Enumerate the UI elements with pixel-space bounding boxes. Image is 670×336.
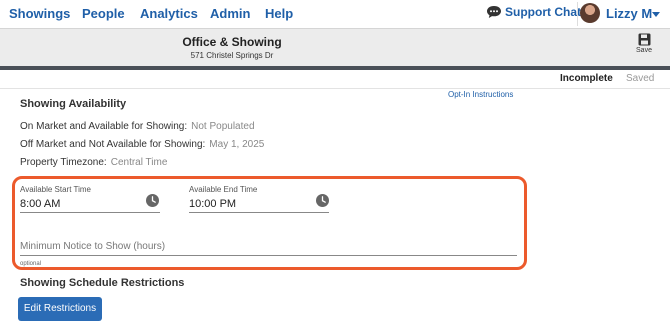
timezone-row: Property Timezone: Central Time	[20, 157, 167, 168]
top-nav: Showings People Analytics Admin Help Sup…	[0, 0, 670, 28]
section-title-restrictions: Showing Schedule Restrictions	[20, 277, 185, 289]
opt-in-instructions-link[interactable]: Opt-In Instructions	[448, 90, 513, 99]
nav-analytics[interactable]: Analytics	[140, 6, 198, 21]
support-chat-link[interactable]: Support Chat	[486, 5, 581, 19]
start-time-underline	[20, 212, 160, 213]
nav-showings[interactable]: Showings	[9, 6, 70, 21]
save-label: Save	[636, 47, 652, 54]
end-time-label: Available End Time	[189, 185, 258, 194]
min-notice-input[interactable]: Minimum Notice to Show (hours)	[20, 241, 165, 252]
on-market-row: On Market and Available for Showing: Not …	[20, 121, 255, 132]
chevron-down-icon[interactable]	[652, 12, 660, 17]
section-title-availability: Showing Availability	[20, 98, 127, 110]
end-time-underline	[189, 212, 329, 213]
save-button[interactable]: Save	[630, 33, 658, 63]
nav-people[interactable]: People	[82, 6, 125, 21]
status-divider	[0, 88, 670, 89]
timezone-value: Central Time	[110, 157, 168, 168]
clock-icon[interactable]	[316, 194, 329, 207]
nav-help[interactable]: Help	[265, 6, 293, 21]
clock-icon[interactable]	[146, 194, 159, 207]
min-notice-underline	[20, 255, 517, 256]
optional-hint: optional	[20, 261, 42, 267]
support-chat-label: Support Chat	[505, 5, 581, 19]
off-market-row: Off Market and Not Available for Showing…	[20, 139, 264, 150]
property-address: 571 Christel Springs Dr	[190, 51, 274, 60]
chat-bubble-icon	[487, 6, 501, 18]
on-market-value: Not Populated	[191, 121, 255, 132]
user-menu-name[interactable]: Lizzy M	[606, 6, 652, 21]
nav-divider	[577, 2, 578, 26]
start-time-input[interactable]: 8:00 AM	[20, 198, 60, 210]
off-market-label: Off Market and Not Available for Showing…	[20, 139, 206, 150]
on-market-label: On Market and Available for Showing:	[20, 121, 188, 132]
timezone-label: Property Timezone:	[20, 157, 107, 168]
save-disk-icon	[638, 33, 650, 46]
page-title: Office & Showing	[182, 35, 282, 49]
end-time-input[interactable]: 10:00 PM	[189, 198, 236, 210]
status-incomplete: Incomplete	[560, 73, 613, 84]
off-market-value: May 1, 2025	[209, 139, 265, 150]
status-saved: Saved	[626, 73, 655, 84]
header-divider	[0, 66, 670, 70]
edit-restrictions-button[interactable]: Edit Restrictions	[18, 297, 102, 321]
start-time-label: Available Start Time	[20, 185, 91, 194]
page-header: Office & Showing 571 Christel Springs Dr…	[0, 28, 670, 66]
avatar[interactable]	[580, 3, 600, 23]
nav-admin[interactable]: Admin	[210, 6, 250, 21]
